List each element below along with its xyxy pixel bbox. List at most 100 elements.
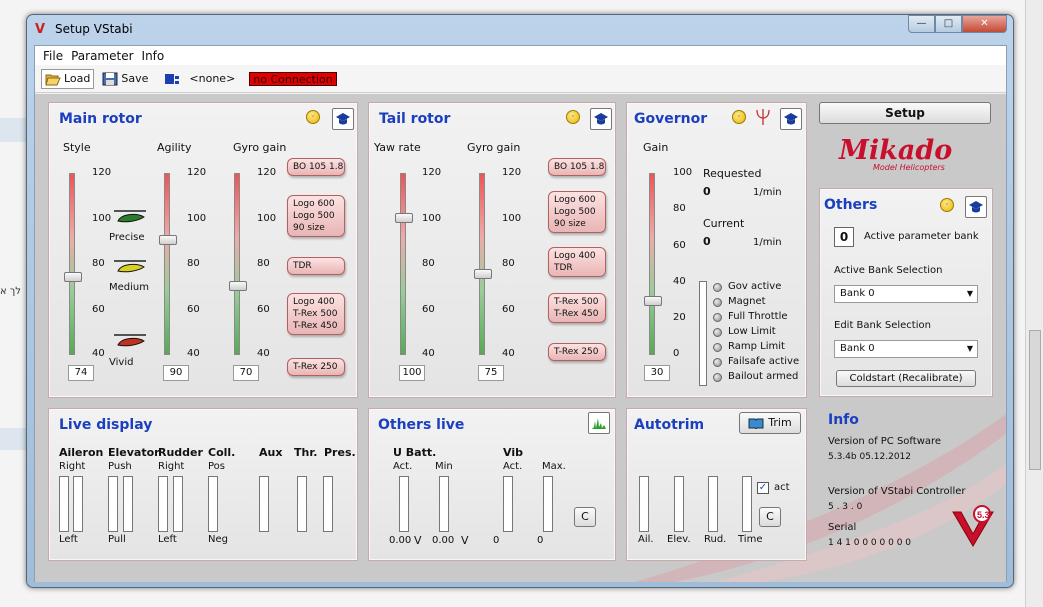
chevron-down-icon: ▼ [966, 344, 973, 353]
status-led [713, 358, 722, 367]
gyro-gain-value[interactable]: 70 [233, 365, 259, 381]
vstabi-window: V Setup VStabi — □ ✕ File Parameter Info… [26, 14, 1014, 588]
gyro-gain-slider-thumb[interactable] [229, 281, 247, 291]
wizard-hat-button[interactable] [965, 196, 987, 218]
act-checkbox[interactable]: ✓ [757, 482, 769, 494]
channel-rudder-label: Rudder [158, 446, 203, 459]
edit-bank-select[interactable]: Bank 0 ▼ [834, 340, 978, 358]
background-text: לך א [0, 286, 21, 297]
save-label: Save [121, 72, 149, 85]
preset-callout[interactable]: Logo 400 T-Rex 500 T-Rex 450 [287, 293, 345, 335]
active-bank-select-value: Bank 0 [840, 288, 875, 299]
requested-unit: 1/min [753, 187, 782, 198]
background-strip [0, 118, 26, 142]
background-scrollbar[interactable] [1025, 0, 1043, 607]
governor-gain-slider-thumb[interactable] [644, 296, 662, 306]
others-panel: Others ᵕ 0 Active parameter bank Active … [819, 188, 993, 397]
tail-gyro-gain-slider-thumb[interactable] [474, 269, 492, 279]
tail-rotor-title: Tail rotor [379, 111, 451, 127]
close-button[interactable]: ✕ [962, 15, 1007, 33]
active-bank-label: Active parameter bank [864, 231, 979, 242]
preset-callout[interactable]: Logo 600 Logo 500 90 size [287, 195, 345, 237]
tick-label: 20 [673, 312, 686, 323]
style-slider-thumb[interactable] [64, 272, 82, 282]
minimize-button[interactable]: — [908, 15, 935, 33]
preset-callout[interactable]: BO 105 1.8 [287, 158, 345, 176]
preset-callout[interactable]: T-Rex 500 T-Rex 450 [548, 293, 606, 323]
menu-bar: File Parameter Info [35, 46, 1006, 65]
agility-slider[interactable] [164, 173, 170, 355]
folder-open-icon [45, 74, 61, 85]
profile-selector[interactable]: <none> [160, 69, 239, 89]
active-bank-select[interactable]: Bank 0 ▼ [834, 285, 978, 303]
yaw-rate-slider-thumb[interactable] [395, 213, 413, 223]
save-button[interactable]: Save [98, 69, 152, 89]
helicopter-icon [114, 334, 146, 347]
tail-gyro-gain-slider[interactable] [479, 173, 485, 355]
connection-status[interactable]: no Connection [249, 71, 337, 86]
preset-callout[interactable]: Logo 600 Logo 500 90 size [548, 191, 606, 233]
main-rotor-panel: Main rotor ᵕ Style Agility Gyro gain 120… [48, 102, 358, 398]
trim-rud-label: Rud. [704, 534, 727, 545]
wizard-hat-button[interactable] [780, 108, 802, 130]
maximize-button[interactable]: □ [935, 15, 962, 33]
preset-callout[interactable]: BO 105 1.8 [548, 158, 606, 176]
channel-bar [73, 476, 83, 532]
tick-label: 40 [422, 348, 435, 359]
governor-gain-value[interactable]: 30 [644, 365, 670, 381]
profile-label: <none> [189, 72, 236, 85]
governor-gain-slider[interactable] [649, 173, 655, 355]
smiley-icon: ᵕ [940, 198, 954, 212]
scroll-thumb[interactable] [1029, 330, 1041, 470]
trim-button[interactable]: Trim [739, 412, 801, 434]
tick-label: 40 [673, 276, 686, 287]
wizard-hat-button[interactable] [590, 108, 612, 130]
agility-slider-thumb[interactable] [159, 235, 177, 245]
preset-callout[interactable]: TDR [287, 257, 345, 275]
status-led [713, 298, 722, 307]
channel-thr-label: Thr. [294, 446, 318, 459]
menu-parameter[interactable]: Parameter [67, 49, 137, 63]
channel-bar [108, 476, 118, 532]
trim-ail-label: Ail. [638, 534, 654, 545]
preset-callout[interactable]: T-Rex 250 [548, 343, 606, 361]
tick-label: 40 [502, 348, 515, 359]
tail-gyro-gain-value[interactable]: 75 [478, 365, 504, 381]
active-bank-selection-label: Active Bank Selection [834, 265, 943, 276]
vib-max-label: Max. [542, 461, 566, 472]
agility-value[interactable]: 90 [163, 365, 189, 381]
channel-pres-label: Pres. [324, 446, 356, 459]
wizard-hat-button[interactable] [332, 108, 354, 130]
clear-trim-button[interactable]: C [759, 507, 781, 527]
style-value[interactable]: 74 [68, 365, 94, 381]
style-option-precise: Precise [109, 232, 145, 243]
client-area: File Parameter Info Load Save <none> no … [34, 45, 1007, 582]
title-bar[interactable]: V Setup VStabi — □ ✕ [27, 15, 1013, 45]
style-slider[interactable] [69, 173, 75, 355]
yaw-rate-value[interactable]: 100 [399, 365, 425, 381]
setup-button[interactable]: Setup [819, 102, 991, 124]
channel-elevator-label: Elevator [108, 446, 160, 459]
status-led [713, 313, 722, 322]
status-led [713, 373, 722, 382]
gyro-gain-slider[interactable] [234, 173, 240, 355]
vib-act-label: Act. [503, 461, 523, 472]
tick-label: 120 [92, 167, 112, 178]
preset-callout[interactable]: T-Rex 250 [287, 358, 345, 376]
chart-button[interactable] [588, 412, 610, 434]
preset-callout[interactable]: Logo 400 TDR [548, 247, 606, 277]
style-label: Style [63, 141, 91, 154]
graduation-hat-icon [969, 201, 983, 213]
channel-top-label: Right [59, 461, 86, 472]
menu-file[interactable]: File [39, 49, 67, 63]
coldstart-button[interactable]: Coldstart (Recalibrate) [836, 370, 976, 387]
style-option-vivid: Vivid [109, 357, 134, 368]
clear-vib-button[interactable]: C [574, 507, 596, 527]
vib-label: Vib [503, 446, 523, 459]
channel-top-label: Right [158, 461, 185, 472]
load-button[interactable]: Load [41, 68, 95, 89]
yaw-rate-slider[interactable] [400, 173, 406, 355]
ubatt-min-value: 0.00 [432, 535, 455, 546]
menu-info[interactable]: Info [138, 49, 169, 63]
ubatt-min-label: Min [435, 461, 453, 472]
